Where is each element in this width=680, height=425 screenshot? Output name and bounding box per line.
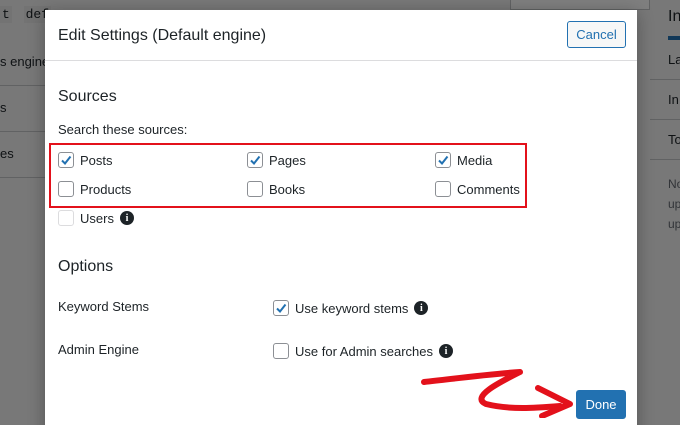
admin-engine-label: Admin Engine: [58, 342, 139, 357]
info-icon[interactable]: i: [414, 301, 429, 315]
comments-checkbox[interactable]: [435, 181, 451, 197]
keyword-stems-checkbox-label: Use keyword stems: [295, 300, 409, 316]
cancel-button[interactable]: Cancel: [567, 21, 626, 48]
info-icon[interactable]: i: [119, 211, 134, 225]
source-posts[interactable]: Posts: [58, 152, 113, 168]
media-checkbox[interactable]: [435, 152, 451, 168]
annotation-arrow-icon: [421, 369, 573, 418]
source-products[interactable]: Products: [58, 181, 131, 197]
checkmark-icon: [276, 303, 287, 314]
checkmark-icon: [438, 155, 449, 166]
keyword-stems-checkbox[interactable]: [273, 300, 289, 316]
source-comments[interactable]: Comments: [435, 181, 520, 197]
source-media[interactable]: Media: [435, 152, 492, 168]
users-checkbox[interactable]: [58, 210, 74, 226]
sources-help-text: Search these sources:: [58, 122, 188, 137]
products-checkbox[interactable]: [58, 181, 74, 197]
posts-checkbox[interactable]: [58, 152, 74, 168]
books-checkbox[interactable]: [247, 181, 263, 197]
source-books[interactable]: Books: [247, 181, 305, 197]
media-label: Media: [457, 152, 493, 168]
checkmark-icon: [250, 155, 261, 166]
admin-engine-checkbox[interactable]: [273, 343, 289, 359]
pages-label: Pages: [269, 152, 306, 168]
checkmark-icon: [61, 155, 72, 166]
keyword-stems-label: Keyword Stems: [58, 299, 150, 314]
done-button[interactable]: Done: [576, 390, 626, 419]
admin-engine-checkbox-label: Use for Admin searches: [295, 343, 434, 359]
source-pages[interactable]: Pages: [247, 152, 306, 168]
comments-label: Comments: [457, 181, 520, 197]
books-label: Books: [269, 181, 306, 197]
sources-heading: Sources: [58, 88, 117, 105]
modal-header: Edit Settings (Default engine) Cancel: [45, 10, 637, 61]
posts-label: Posts: [80, 152, 113, 168]
source-users[interactable]: Users i: [58, 210, 134, 226]
options-heading: Options: [58, 258, 114, 275]
users-label: Users: [80, 210, 114, 226]
products-label: Products: [80, 181, 132, 197]
pages-checkbox[interactable]: [247, 152, 263, 168]
modal-title: Edit Settings (Default engine): [58, 27, 267, 44]
keyword-stems-option[interactable]: Use keyword stems i: [273, 300, 429, 316]
